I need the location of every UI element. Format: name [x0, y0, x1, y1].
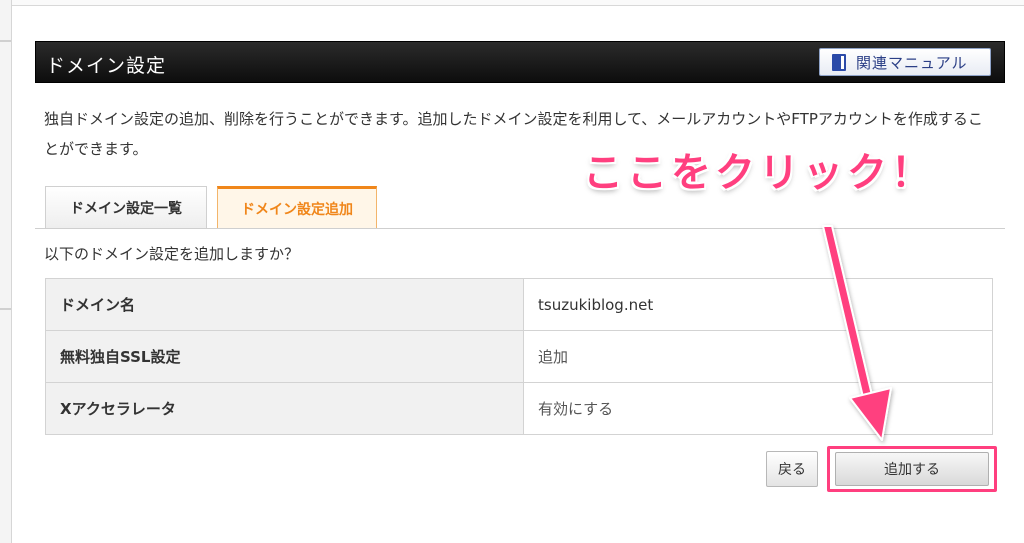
row-label-domain: ドメイン名: [45, 278, 524, 331]
table-row: 無料独自SSL設定 追加: [45, 330, 993, 383]
add-button[interactable]: 追加する: [835, 452, 989, 486]
table-row: Xアクセラレータ 有効にする: [45, 382, 993, 435]
click-here-annotation: ここをクリック！: [583, 150, 935, 196]
tab-domain-add[interactable]: ドメイン設定追加: [217, 186, 377, 228]
left-rail: [0, 0, 12, 543]
panel-header: ドメイン設定 関連マニュアル: [35, 41, 1005, 83]
related-manual-label: 関連マニュアル: [856, 53, 968, 72]
rail-divider: [0, 308, 11, 310]
related-manual-button[interactable]: 関連マニュアル: [819, 48, 991, 76]
row-label-xaccelerator: Xアクセラレータ: [45, 382, 524, 435]
row-value-ssl: 追加: [523, 330, 993, 383]
row-label-ssl: 無料独自SSL設定: [45, 330, 524, 383]
settings-table: ドメイン名 tsuzukiblog.net 無料独自SSL設定 追加 Xアクセラ…: [45, 278, 993, 435]
confirm-question: 以下のドメイン設定を追加しますか？: [44, 245, 300, 263]
row-value-xaccelerator: 有効にする: [523, 382, 993, 435]
tab-domain-list[interactable]: ドメイン設定一覧: [45, 186, 207, 228]
row-value-domain: tsuzukiblog.net: [523, 278, 993, 331]
page-title: ドメイン設定: [46, 55, 167, 77]
table-row: ドメイン名 tsuzukiblog.net: [45, 278, 993, 331]
top-border: [12, 0, 1024, 6]
book-icon: [832, 53, 846, 71]
back-button[interactable]: 戻る: [766, 451, 818, 487]
tab-underline: [35, 228, 1005, 229]
rail-divider: [0, 40, 11, 42]
